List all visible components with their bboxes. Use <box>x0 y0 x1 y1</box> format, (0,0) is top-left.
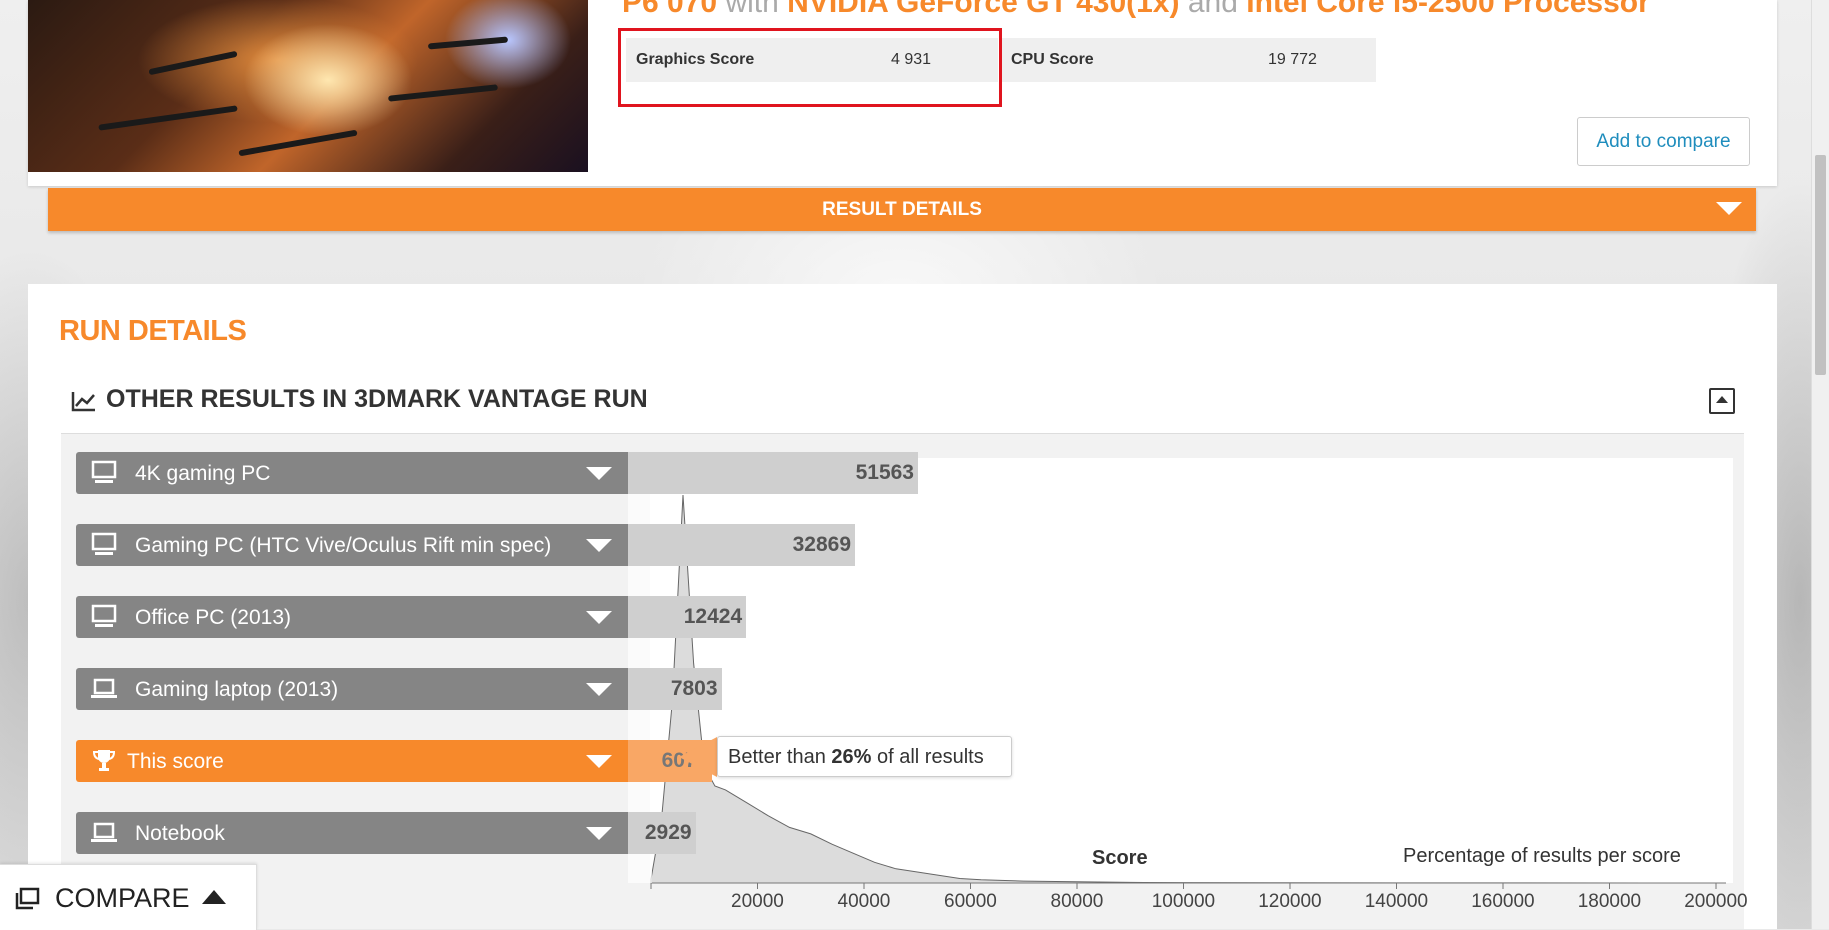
chevron-down-icon[interactable] <box>586 539 612 552</box>
benchmark-score: 2929 <box>628 812 696 854</box>
benchmark-row[interactable]: Gaming PC (HTC Vive/Oculus Rift min spec… <box>76 524 628 566</box>
benchmark-name: This score <box>127 750 224 773</box>
x-tick-label: 140000 <box>1364 891 1429 912</box>
laptop-icon <box>90 676 118 702</box>
x-tick-label: 160000 <box>1471 891 1535 912</box>
desktop-icon <box>90 604 118 630</box>
desktop-icon <box>90 460 118 486</box>
compare-drawer[interactable]: COMPARE <box>0 864 257 930</box>
benchmark-row[interactable]: Gaming laptop (2013) <box>76 668 628 710</box>
benchmark-name: Gaming laptop (2013) <box>135 678 339 701</box>
desktop-icon <box>90 532 118 558</box>
chevron-up-icon <box>202 890 226 904</box>
x-tick-label: 20000 <box>731 891 784 912</box>
compare-label: COMPARE <box>55 883 190 913</box>
benchmark-name: Gaming PC (HTC Vive/Oculus Rift min spec… <box>135 534 552 557</box>
benchmark-row[interactable]: This score <box>76 740 628 782</box>
chevron-down-icon[interactable] <box>586 755 612 768</box>
x-tick-label: 100000 <box>1151 891 1216 912</box>
x-tick-label: 200000 <box>1684 891 1748 912</box>
benchmark-score: 7803 <box>628 668 722 710</box>
chevron-down-icon[interactable] <box>586 827 612 840</box>
x-tick-label: 80000 <box>1050 891 1104 912</box>
benchmark-row[interactable]: 4K gaming PC <box>76 452 628 494</box>
benchmark-score: 12424 <box>628 596 747 638</box>
compare-icon <box>15 887 40 910</box>
chevron-down-icon[interactable] <box>586 467 612 480</box>
benchmark-score: 32869 <box>628 524 856 566</box>
tooltip-arrow <box>679 737 717 777</box>
chevron-down-icon[interactable] <box>586 611 612 624</box>
x-tick-label: 40000 <box>837 891 891 912</box>
benchmark-row[interactable]: Notebook <box>76 812 628 854</box>
benchmark-row[interactable]: Office PC (2013) <box>76 596 628 638</box>
x-tick-label: 180000 <box>1577 891 1642 912</box>
x-tick-label: 120000 <box>1258 891 1322 912</box>
y-axis-label: Percentage of results per score <box>1403 845 1681 867</box>
percentile-tooltip: Better than 26% of all results <box>717 736 1012 777</box>
chevron-down-icon[interactable] <box>586 683 612 696</box>
benchmark-name: 4K gaming PC <box>135 462 271 485</box>
benchmark-score: 51563 <box>628 452 918 494</box>
benchmark-name: Office PC (2013) <box>135 606 292 629</box>
x-tick-label: 60000 <box>944 891 997 912</box>
x-axis-label: Score <box>1092 847 1148 869</box>
trophy-icon <box>90 748 118 774</box>
laptop-icon <box>90 820 118 846</box>
benchmark-name: Notebook <box>135 822 225 845</box>
